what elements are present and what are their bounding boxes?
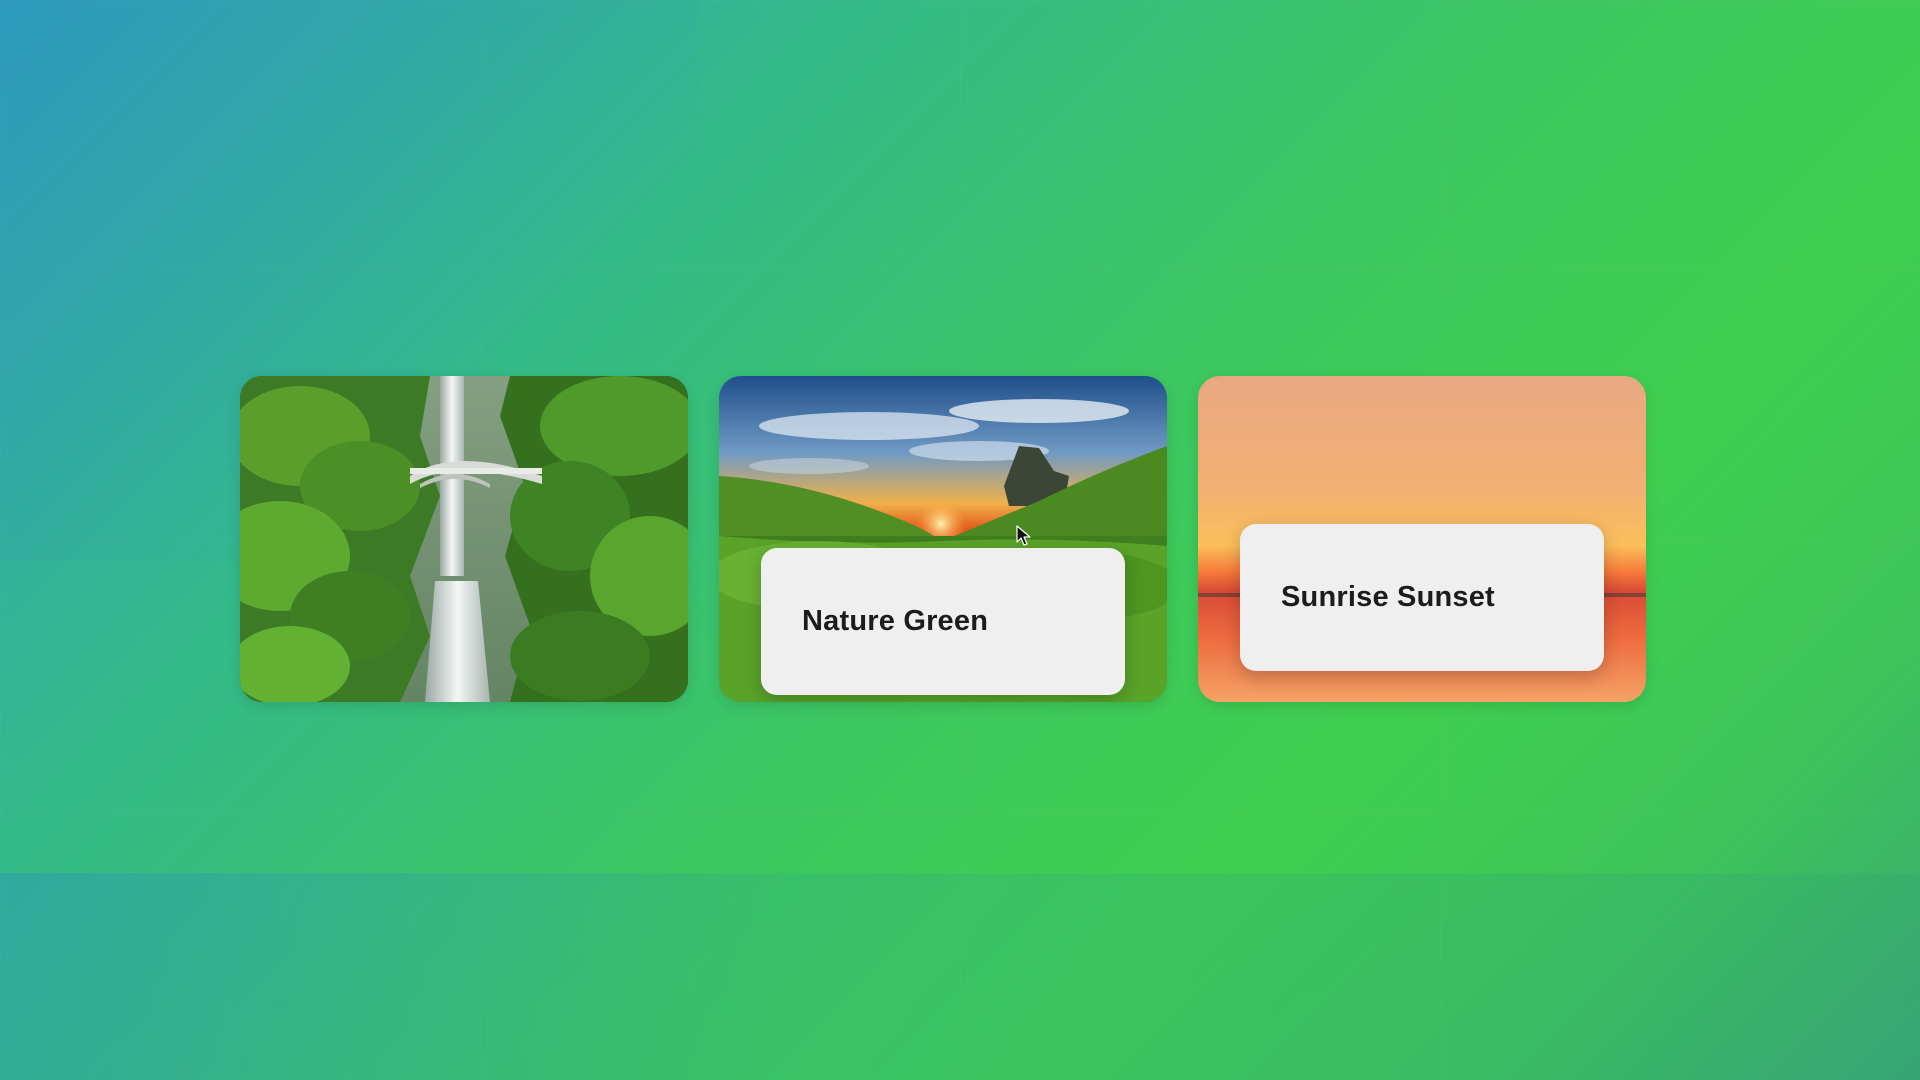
waterfall-card[interactable]	[240, 376, 688, 702]
background-band	[0, 873, 1920, 1080]
sunrise-sunset-caption-box: Sunrise Sunset	[1240, 524, 1604, 671]
sunrise-sunset-caption: Sunrise Sunset	[1281, 581, 1495, 613]
nature-green-card[interactable]: Nature Green	[719, 376, 1167, 702]
card-gallery: Nature Green Sunrise Sunset	[240, 376, 1646, 702]
nature-green-caption: Nature Green	[802, 605, 989, 637]
nature-green-caption-box: Nature Green	[761, 548, 1125, 695]
sunrise-sunset-card[interactable]: Sunrise Sunset	[1198, 376, 1646, 702]
waterfall-image	[240, 376, 688, 702]
mouse-pointer-icon	[1016, 525, 1031, 546]
